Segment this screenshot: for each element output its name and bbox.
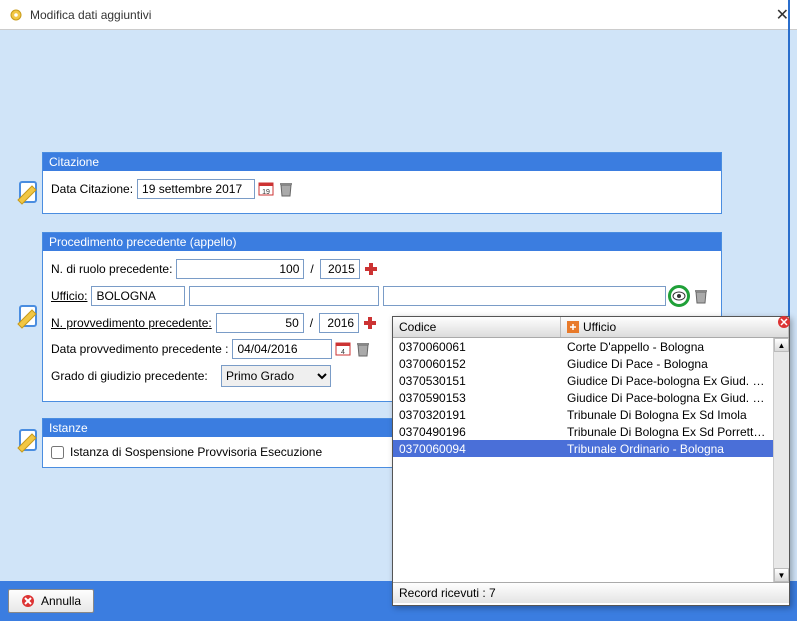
edit-icon[interactable] <box>14 424 40 450</box>
cell-ufficio: Corte D'appello - Bologna <box>561 340 773 354</box>
provv-num-input[interactable] <box>216 313 304 333</box>
svg-text:4: 4 <box>342 349 346 356</box>
eye-icon[interactable] <box>668 285 690 307</box>
scroll-down-icon[interactable]: ▼ <box>774 568 789 582</box>
svg-text:19: 19 <box>262 189 270 196</box>
provv-year-input[interactable] <box>319 313 359 333</box>
date-label: Data Citazione: <box>51 182 133 196</box>
ruolo-label: N. di ruolo precedente: <box>51 262 172 276</box>
plus-icon[interactable] <box>361 314 379 332</box>
titlebar: Modifica dati aggiuntivi ✕ <box>0 0 797 30</box>
edit-icon[interactable] <box>14 176 40 202</box>
slash: / <box>310 262 313 276</box>
dropdown-row[interactable]: 0370320191Tribunale Di Bologna Ex Sd Imo… <box>393 406 773 423</box>
grado-select[interactable]: Primo Grado <box>221 365 331 387</box>
ufficio-mid-input[interactable] <box>189 286 379 306</box>
dropdown-row[interactable]: 0370060061Corte D'appello - Bologna <box>393 338 773 355</box>
dropdown-row[interactable]: 0370490196Tribunale Di Bologna Ex Sd Por… <box>393 423 773 440</box>
cell-codice: 0370490196 <box>393 425 561 439</box>
annulla-button[interactable]: Annulla <box>8 589 94 613</box>
grado-label: Grado di giudizio precedente: <box>51 369 217 383</box>
dropdown-row[interactable]: 0370060152Giudice Di Pace - Bologna <box>393 355 773 372</box>
dropdown-rows: ▲ ▼ 0370060061Corte D'appello - Bologna0… <box>393 338 789 582</box>
ufficio-label: Ufficio: <box>51 289 87 303</box>
close-icon[interactable] <box>777 315 791 329</box>
sospensione-check-input[interactable] <box>51 446 64 459</box>
cancel-icon <box>21 594 35 608</box>
procedimento-header: Procedimento precedente (appello) <box>43 233 721 251</box>
data-provv-input[interactable] <box>232 339 332 359</box>
ruolo-year-input[interactable] <box>320 259 360 279</box>
cell-ufficio: Giudice Di Pace-bologna Ex Giud. D... <box>561 374 773 388</box>
annulla-label: Annulla <box>41 594 81 608</box>
orange-icon <box>567 321 579 333</box>
cell-codice: 0370590153 <box>393 391 561 405</box>
date-input[interactable] <box>137 179 255 199</box>
col-codice[interactable]: Codice <box>393 317 561 337</box>
cell-codice: 0370060152 <box>393 357 561 371</box>
col-ufficio[interactable]: Ufficio <box>561 317 789 337</box>
scroll-up-icon[interactable]: ▲ <box>774 338 789 352</box>
data-provv-label: Data provvedimento precedente : <box>51 342 228 356</box>
cell-ufficio: Giudice Di Pace - Bologna <box>561 357 773 371</box>
close-button[interactable]: ✕ <box>776 5 789 25</box>
window-title: Modifica dati aggiuntivi <box>30 8 151 22</box>
cell-codice: 0370320191 <box>393 408 561 422</box>
ufficio-dropdown: Codice Ufficio ▲ ▼ 0370060061Corte D'app… <box>392 316 790 606</box>
trash-icon[interactable] <box>692 287 710 305</box>
cell-ufficio: Tribunale Di Bologna Ex Sd Imola <box>561 408 773 422</box>
ufficio-input[interactable] <box>91 286 185 306</box>
ruolo-num-input[interactable] <box>176 259 304 279</box>
cell-ufficio: Giudice Di Pace-bologna Ex Giud. D... <box>561 391 773 405</box>
sospensione-label: Istanza di Sospensione Provvisoria Esecu… <box>70 445 322 459</box>
calendar-icon[interactable]: 4 <box>334 340 352 358</box>
provv-label: N. provvedimento precedente: <box>51 316 212 330</box>
cell-codice: 0370530151 <box>393 374 561 388</box>
edit-icon[interactable] <box>14 300 40 326</box>
dropdown-header: Codice Ufficio <box>393 317 789 338</box>
calendar-icon[interactable]: 19 <box>257 180 275 198</box>
dropdown-row[interactable]: 0370590153Giudice Di Pace-bologna Ex Giu… <box>393 389 773 406</box>
scrollbar[interactable]: ▲ ▼ <box>773 338 789 582</box>
dropdown-footer: Record ricevuti : 7 <box>393 582 789 603</box>
gear-icon <box>8 7 24 23</box>
trash-icon[interactable] <box>354 340 372 358</box>
slash: / <box>310 316 313 330</box>
dropdown-row[interactable]: 0370530151Giudice Di Pace-bologna Ex Giu… <box>393 372 773 389</box>
dropdown-row[interactable]: 0370060094Tribunale Ordinario - Bologna <box>393 440 773 457</box>
cell-ufficio: Tribunale Ordinario - Bologna <box>561 442 773 456</box>
cell-codice: 0370060094 <box>393 442 561 456</box>
cell-ufficio: Tribunale Di Bologna Ex Sd Porretta ... <box>561 425 773 439</box>
ufficio-wide-input[interactable] <box>383 286 666 306</box>
citazione-header: Citazione <box>43 153 721 171</box>
cell-codice: 0370060061 <box>393 340 561 354</box>
plus-icon[interactable] <box>362 260 380 278</box>
trash-icon[interactable] <box>277 180 295 198</box>
citazione-group: Citazione Data Citazione: 19 <box>42 152 722 214</box>
